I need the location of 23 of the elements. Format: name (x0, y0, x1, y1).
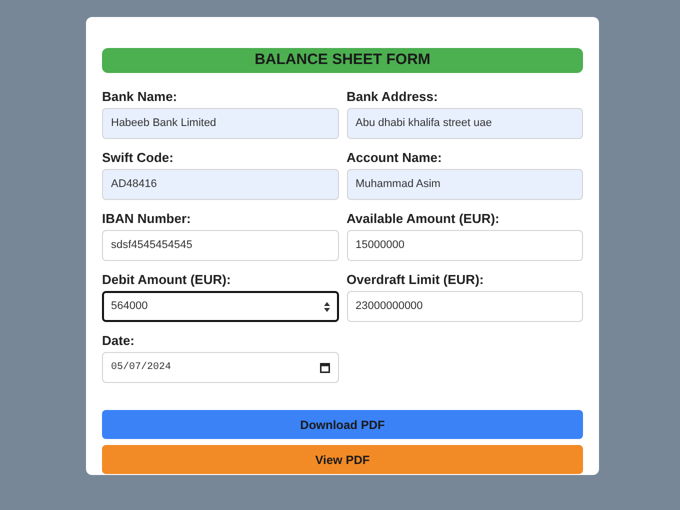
field-label: Available Amount (EUR): (346, 211, 500, 227)
calendar-icon[interactable] (320, 362, 330, 372)
form-title: BALANCE SHEET FORM (102, 48, 583, 73)
field-label: Debit Amount (EUR): (102, 272, 231, 288)
input-field[interactable]: Abu dhabi khalifa street uae (346, 108, 583, 139)
input-field[interactable]: Muhammad Asim (346, 169, 583, 200)
field-label: IBAN Number: (102, 211, 191, 227)
input-field[interactable]: 15000000 (346, 230, 583, 261)
input-field[interactable]: AD48416 (102, 169, 338, 200)
input-field[interactable]: 05/07/2024 (102, 352, 338, 383)
field-label: Bank Name: (102, 89, 178, 105)
field-label: Account Name: (346, 150, 442, 166)
field-label: Overdraft Limit (EUR): (346, 272, 484, 288)
field-label: Bank Address: (346, 89, 438, 105)
input-field[interactable]: 23000000000 (346, 291, 583, 322)
field-label: Swift Code: (102, 150, 174, 166)
download-button[interactable]: Download PDF (102, 410, 583, 439)
input-field[interactable]: Habeeb Bank Limited (102, 108, 338, 139)
spinner-icon[interactable] (324, 302, 330, 312)
view-button[interactable]: View PDF (102, 445, 583, 474)
field-label: Date: (102, 333, 135, 349)
input-field[interactable]: sdsf4545454545 (102, 230, 338, 261)
input-field[interactable]: 564000 (102, 291, 338, 322)
